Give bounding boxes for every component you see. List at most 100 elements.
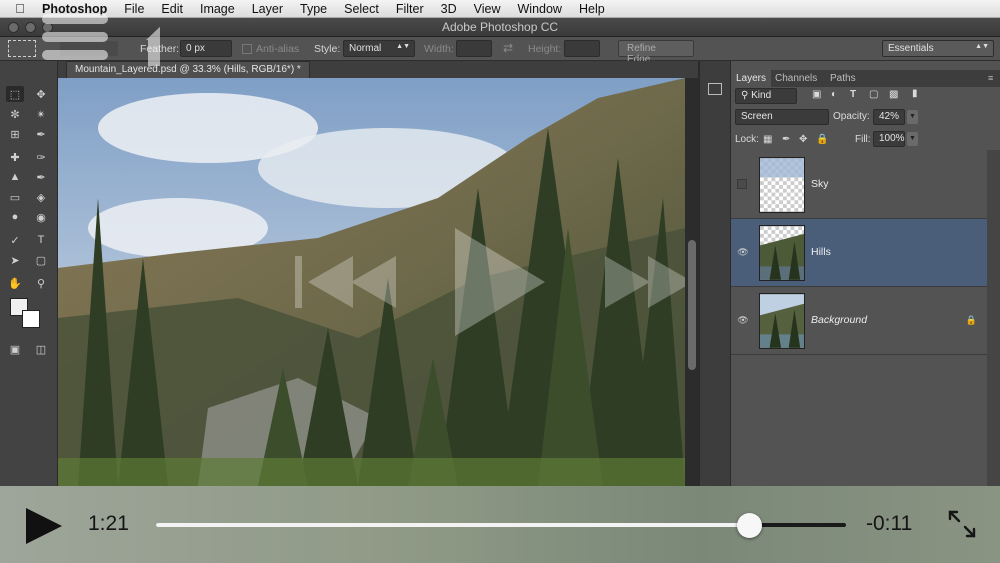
marquee-tool-icon[interactable]: ⬚ — [6, 86, 24, 102]
hand-tool-icon[interactable]: ✋ — [6, 275, 24, 291]
chevron-down-icon: ▲▼ — [975, 43, 989, 50]
shape-filter-icon[interactable]: ▢ — [869, 89, 878, 100]
layer-name: Hills — [811, 246, 831, 258]
filter-value: Kind — [751, 90, 772, 101]
layer-row-sky[interactable]: Sky — [731, 151, 987, 219]
zoom-tool-icon[interactable]: ⚲ — [32, 275, 50, 291]
lock-label: Lock: — [735, 134, 759, 145]
history-panel-icon[interactable] — [708, 83, 722, 95]
chevron-down-icon: ▲▼ — [396, 43, 410, 50]
pen-tool-icon[interactable]: ✓ — [6, 232, 24, 248]
panel-menu-icon[interactable]: ≡ — [983, 70, 998, 87]
home-icon[interactable] — [146, 6, 160, 66]
marquee-preset-icon[interactable] — [8, 40, 36, 57]
brush-tool-icon[interactable]: ✑ — [32, 149, 50, 165]
quick-select-tool-icon[interactable]: ✴ — [32, 106, 50, 122]
layers-scrollbar[interactable] — [987, 150, 1000, 486]
opacity-label: Opacity: — [833, 111, 870, 122]
scrubber-knob[interactable] — [737, 513, 763, 538]
chevron-down-icon[interactable]: ▼ — [907, 110, 918, 124]
dodge-tool-icon[interactable]: ◉ — [32, 209, 50, 225]
move-tool-icon[interactable]: ✥ — [32, 86, 50, 102]
pixel-filter-icon[interactable]: ▣ — [812, 89, 821, 100]
menu-view[interactable]: View — [474, 2, 501, 16]
style-label: Style: — [314, 43, 341, 55]
tools-panel: ⬚ ✥ ✼ ✴ ⊞ ✒ ✚ ✑ ▲ ✒ ▭ ◈ ● ◉ ✓ T ➤ ▢ ✋ ⚲ … — [0, 61, 58, 486]
height-label: Height: — [528, 43, 562, 55]
play-icon[interactable] — [24, 506, 64, 546]
width-input[interactable] — [456, 40, 492, 57]
layer-thumbnail — [759, 293, 805, 349]
feather-input[interactable]: 0 px — [180, 40, 232, 57]
menu-icon[interactable] — [42, 14, 108, 60]
menu-help[interactable]: Help — [579, 2, 605, 16]
lasso-tool-icon[interactable]: ✼ — [6, 106, 24, 122]
document-canvas[interactable] — [58, 78, 685, 486]
opacity-input[interactable]: 42% — [873, 109, 905, 125]
style-select[interactable]: Normal ▲▼ — [343, 40, 415, 57]
path-select-tool-icon[interactable]: ➤ — [6, 252, 24, 268]
tab-layers[interactable]: Layers — [731, 70, 772, 87]
workspace-select[interactable]: Essentials ▲▼ — [882, 40, 994, 57]
layer-filter-select[interactable]: ⚲ Kind — [735, 88, 797, 104]
lock-transparent-icon[interactable]: ▦ — [763, 134, 772, 145]
crop-tool-icon[interactable]: ⊞ — [6, 126, 24, 142]
layer-row-hills[interactable]: 👁 Hills — [731, 219, 987, 287]
overlay-nav — [42, 6, 160, 66]
blur-tool-icon[interactable]: ● — [6, 209, 24, 225]
apple-icon[interactable]:  — [12, 1, 28, 16]
layer-name: Sky — [811, 178, 829, 190]
type-filter-icon[interactable]: T — [850, 89, 856, 100]
smart-object-filter-icon[interactable]: ▩ — [889, 89, 898, 100]
eraser-tool-icon[interactable]: ▭ — [6, 189, 24, 205]
antialias-label: Anti-alias — [256, 43, 300, 55]
eye-icon[interactable]: 👁 — [737, 247, 749, 259]
layer-thumbnail — [759, 157, 805, 213]
blend-mode-select[interactable]: Screen — [735, 109, 829, 125]
background-color-swatch[interactable] — [22, 310, 40, 328]
menu-edit[interactable]: Edit — [161, 2, 183, 16]
layer-row-background[interactable]: 👁 Background 🔒 — [731, 287, 987, 355]
quick-mask-icon[interactable]: ▣ — [6, 341, 24, 357]
progress-fill — [156, 523, 750, 527]
healing-brush-tool-icon[interactable]: ✚ — [6, 149, 24, 165]
lock-paint-icon[interactable]: ✒ — [782, 134, 790, 145]
width-label: Width: — [424, 43, 454, 55]
visibility-toggle[interactable] — [737, 179, 747, 189]
layer-thumbnail — [759, 225, 805, 281]
menu-window[interactable]: Window — [518, 2, 562, 16]
menu-layer[interactable]: Layer — [252, 2, 283, 16]
type-tool-icon[interactable]: T — [32, 232, 50, 248]
chevron-down-icon[interactable]: ▼ — [907, 132, 918, 146]
tab-channels[interactable]: Channels — [770, 70, 822, 87]
refine-edge-button[interactable]: Refine Edge... — [618, 40, 694, 65]
filter-toggle-icon[interactable]: ▮ — [912, 88, 918, 99]
elapsed-time: 1:21 — [88, 512, 129, 535]
history-brush-tool-icon[interactable]: ✒ — [32, 169, 50, 185]
search-icon: ⚲ — [741, 90, 752, 101]
antialias-checkbox[interactable] — [242, 44, 252, 54]
menu-select[interactable]: Select — [344, 2, 379, 16]
shape-tool-icon[interactable]: ▢ — [32, 252, 50, 268]
tab-paths[interactable]: Paths — [825, 70, 861, 87]
screen-mode-icon[interactable]: ◫ — [32, 341, 50, 357]
menu-filter[interactable]: Filter — [396, 2, 424, 16]
video-controls: 1:21 -0:11 — [0, 486, 1000, 563]
eyedropper-tool-icon[interactable]: ✒ — [32, 126, 50, 142]
clone-stamp-tool-icon[interactable]: ▲ — [6, 169, 24, 185]
remaining-time: -0:11 — [866, 512, 913, 535]
height-input[interactable] — [564, 40, 600, 57]
canvas-scroll-thumb[interactable] — [688, 240, 696, 370]
paint-bucket-tool-icon[interactable]: ◈ — [32, 189, 50, 205]
fill-input[interactable]: 100% — [873, 131, 905, 147]
menu-image[interactable]: Image — [200, 2, 235, 16]
fill-label: Fill: — [855, 134, 871, 145]
fullscreen-icon[interactable] — [946, 508, 978, 540]
menu-type[interactable]: Type — [300, 2, 327, 16]
adjustment-filter-icon[interactable]: ◐ — [831, 89, 837, 100]
lock-icon[interactable]: 🔒 — [816, 134, 828, 145]
swap-icon[interactable]: ⇄ — [503, 41, 513, 55]
eye-icon[interactable]: 👁 — [737, 315, 749, 327]
lock-position-icon[interactable]: ✥ — [799, 134, 807, 145]
menu-3d[interactable]: 3D — [441, 2, 457, 16]
